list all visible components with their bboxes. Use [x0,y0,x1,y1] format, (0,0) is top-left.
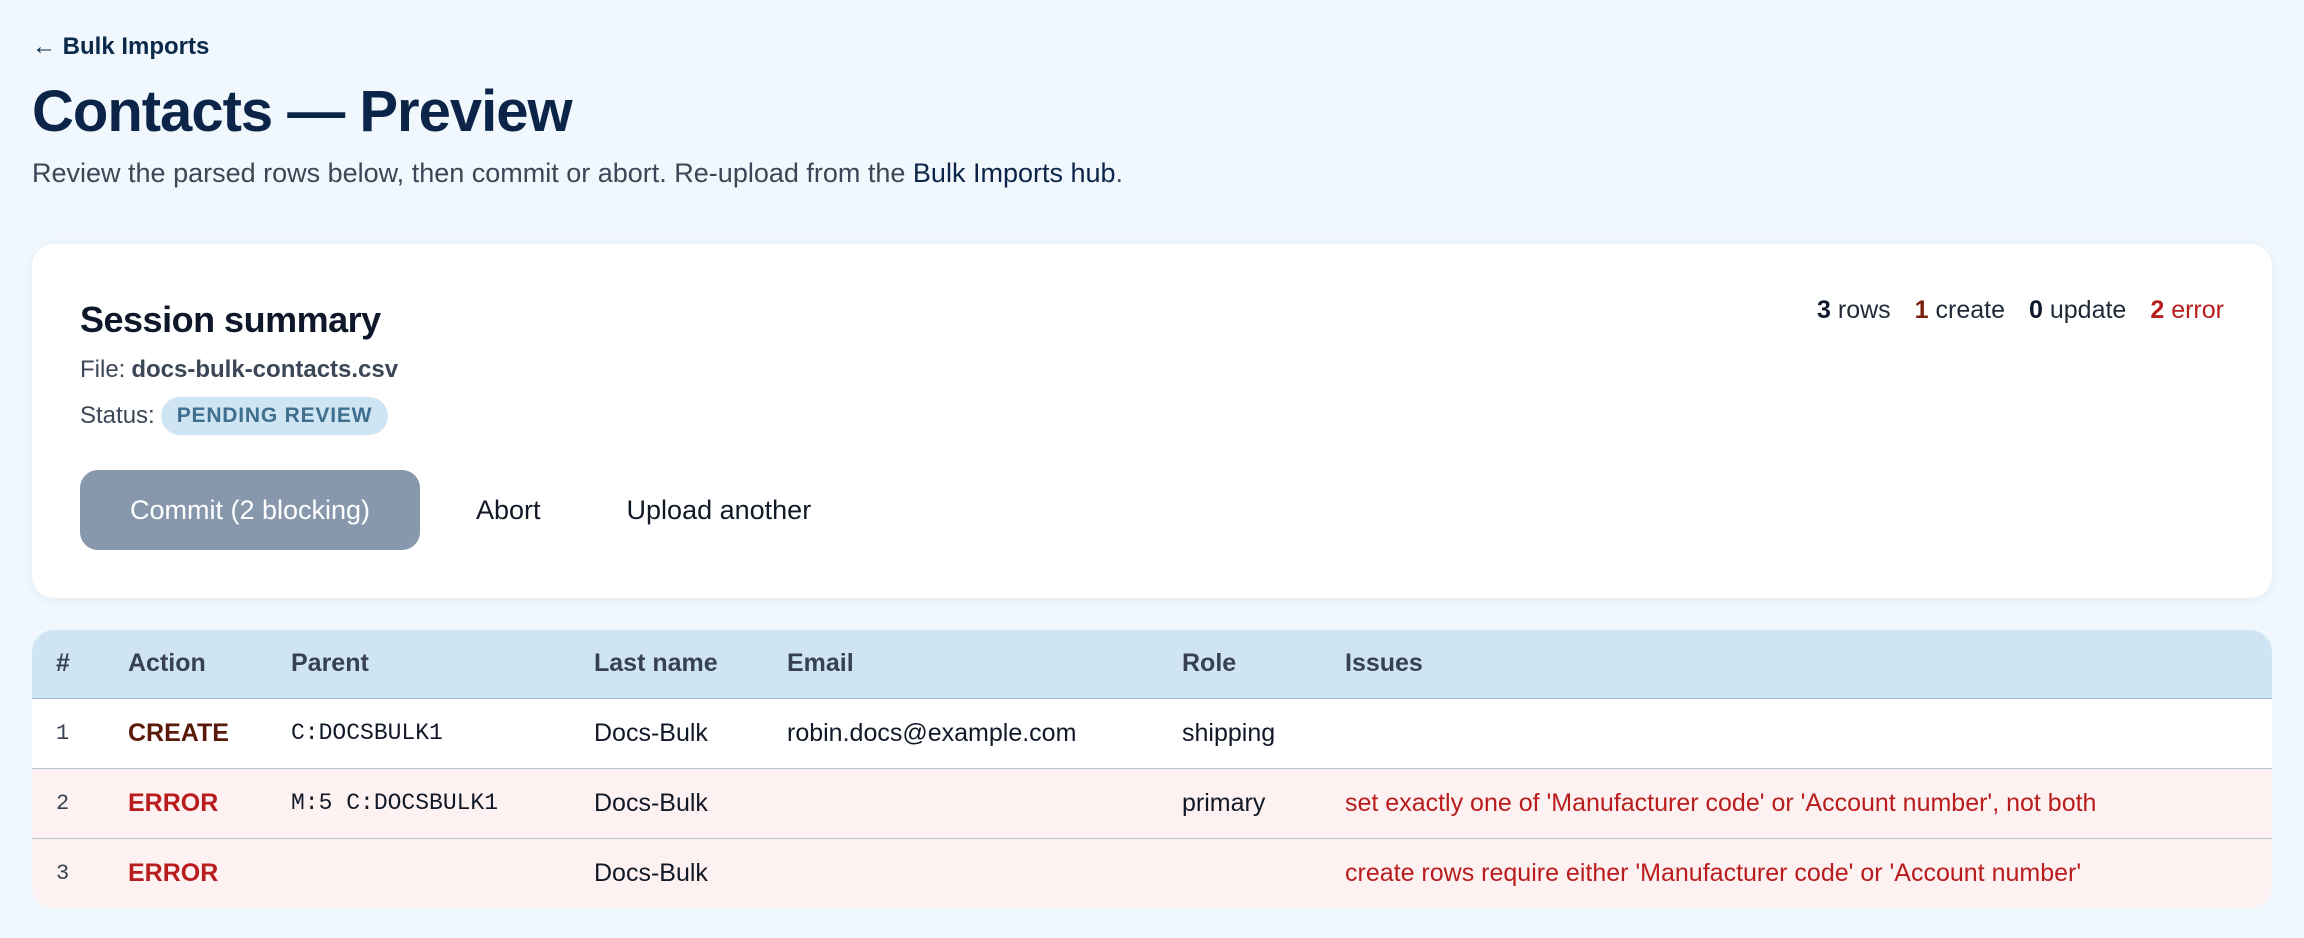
table-row: 3 ERROR Docs-Bulk create rows require ei… [32,837,2272,908]
error-count-label: error [2171,296,2224,324]
column-header-action: Action [128,630,291,699]
row-last-name: Docs-Bulk [594,767,787,838]
file-name: docs-bulk-contacts.csv [131,356,399,383]
column-header-role: Role [1182,630,1345,699]
row-role [1182,837,1345,908]
row-parent: M:5 C:DOCSBULK1 [291,767,594,838]
row-email [787,837,1182,908]
row-action: ERROR [128,767,291,838]
rows-count-number: 3 [1817,296,1831,324]
table-row: 2 ERROR M:5 C:DOCSBULK1 Docs-Bulk primar… [32,767,2272,838]
update-count-number: 0 [2029,296,2043,324]
rows-count: 3 rows [1817,296,1891,325]
row-issues: create rows require either 'Manufacturer… [1345,837,2272,908]
page-title: Contacts — Preview [32,79,573,144]
column-header-parent: Parent [291,630,594,699]
row-last-name: Docs-Bulk [594,837,787,908]
row-number: 3 [32,837,128,908]
row-email: robin.docs@example.com [787,718,1077,747]
row-issues: set exactly one of 'Manufacturer code' o… [1345,767,2272,838]
table-row: 1 CREATE C:DOCSBULK1 Docs-Bulk robin.doc… [32,698,2272,768]
file-line: File: docs-bulk-contacts.csv [80,356,398,384]
row-counts: 3 rows 1 create 0 update 2 error [1817,296,2224,325]
session-actions: Commit (2 blocking) Abort Upload another [80,470,839,550]
bulk-imports-hub-link[interactable]: Bulk Imports hub [913,158,1116,188]
create-count-label: create [1935,296,2006,324]
row-role: shipping [1182,718,1276,747]
update-count: 0 update [2029,296,2126,325]
update-count-label: update [2049,296,2127,324]
file-label: File: [80,356,126,383]
upload-another-button[interactable]: Upload another [599,470,840,550]
row-role: primary [1182,767,1345,838]
table-header-row: # Action Parent Last name Email Role Iss… [32,630,2272,699]
row-parent: C:DOCSBULK1 [291,720,443,746]
row-issues [1345,698,2272,768]
error-count: 2 error [2150,296,2224,325]
error-count-number: 2 [2150,296,2165,324]
status-badge: PENDING REVIEW [160,397,389,435]
column-header-issues: Issues [1345,630,2272,699]
row-action: ERROR [128,837,291,908]
status-label: Status: [80,402,155,429]
column-header-last-name: Last name [594,630,787,699]
rows-count-label: rows [1837,296,1891,324]
column-header-email: Email [787,630,1182,699]
session-summary-title: Session summary [80,299,381,340]
abort-button[interactable]: Abort [448,470,569,550]
back-link-bulk-imports[interactable]: ← Bulk Imports [32,33,209,61]
subtitle-text: Review the parsed rows below, then commi… [32,158,913,188]
row-action: CREATE [128,718,229,747]
row-number: 1 [56,720,70,746]
commit-button[interactable]: Commit (2 blocking) [80,470,420,550]
status-line: Status: PENDING REVIEW [80,397,389,435]
row-parent [291,837,594,908]
column-header-number: # [32,630,128,699]
create-count-number: 1 [1914,296,1929,324]
preview-table: # Action Parent Last name Email Role Iss… [32,630,2272,908]
subtitle-suffix: . [1115,158,1124,188]
page-subtitle: Review the parsed rows below, then commi… [32,158,1123,189]
row-number: 2 [32,767,128,838]
session-summary-card: Session summary File: docs-bulk-contacts… [32,244,2272,598]
row-email [787,767,1182,838]
row-last-name: Docs-Bulk [594,718,708,747]
create-count: 1 create [1915,296,2005,325]
preview-table-container: # Action Parent Last name Email Role Iss… [32,630,2272,908]
